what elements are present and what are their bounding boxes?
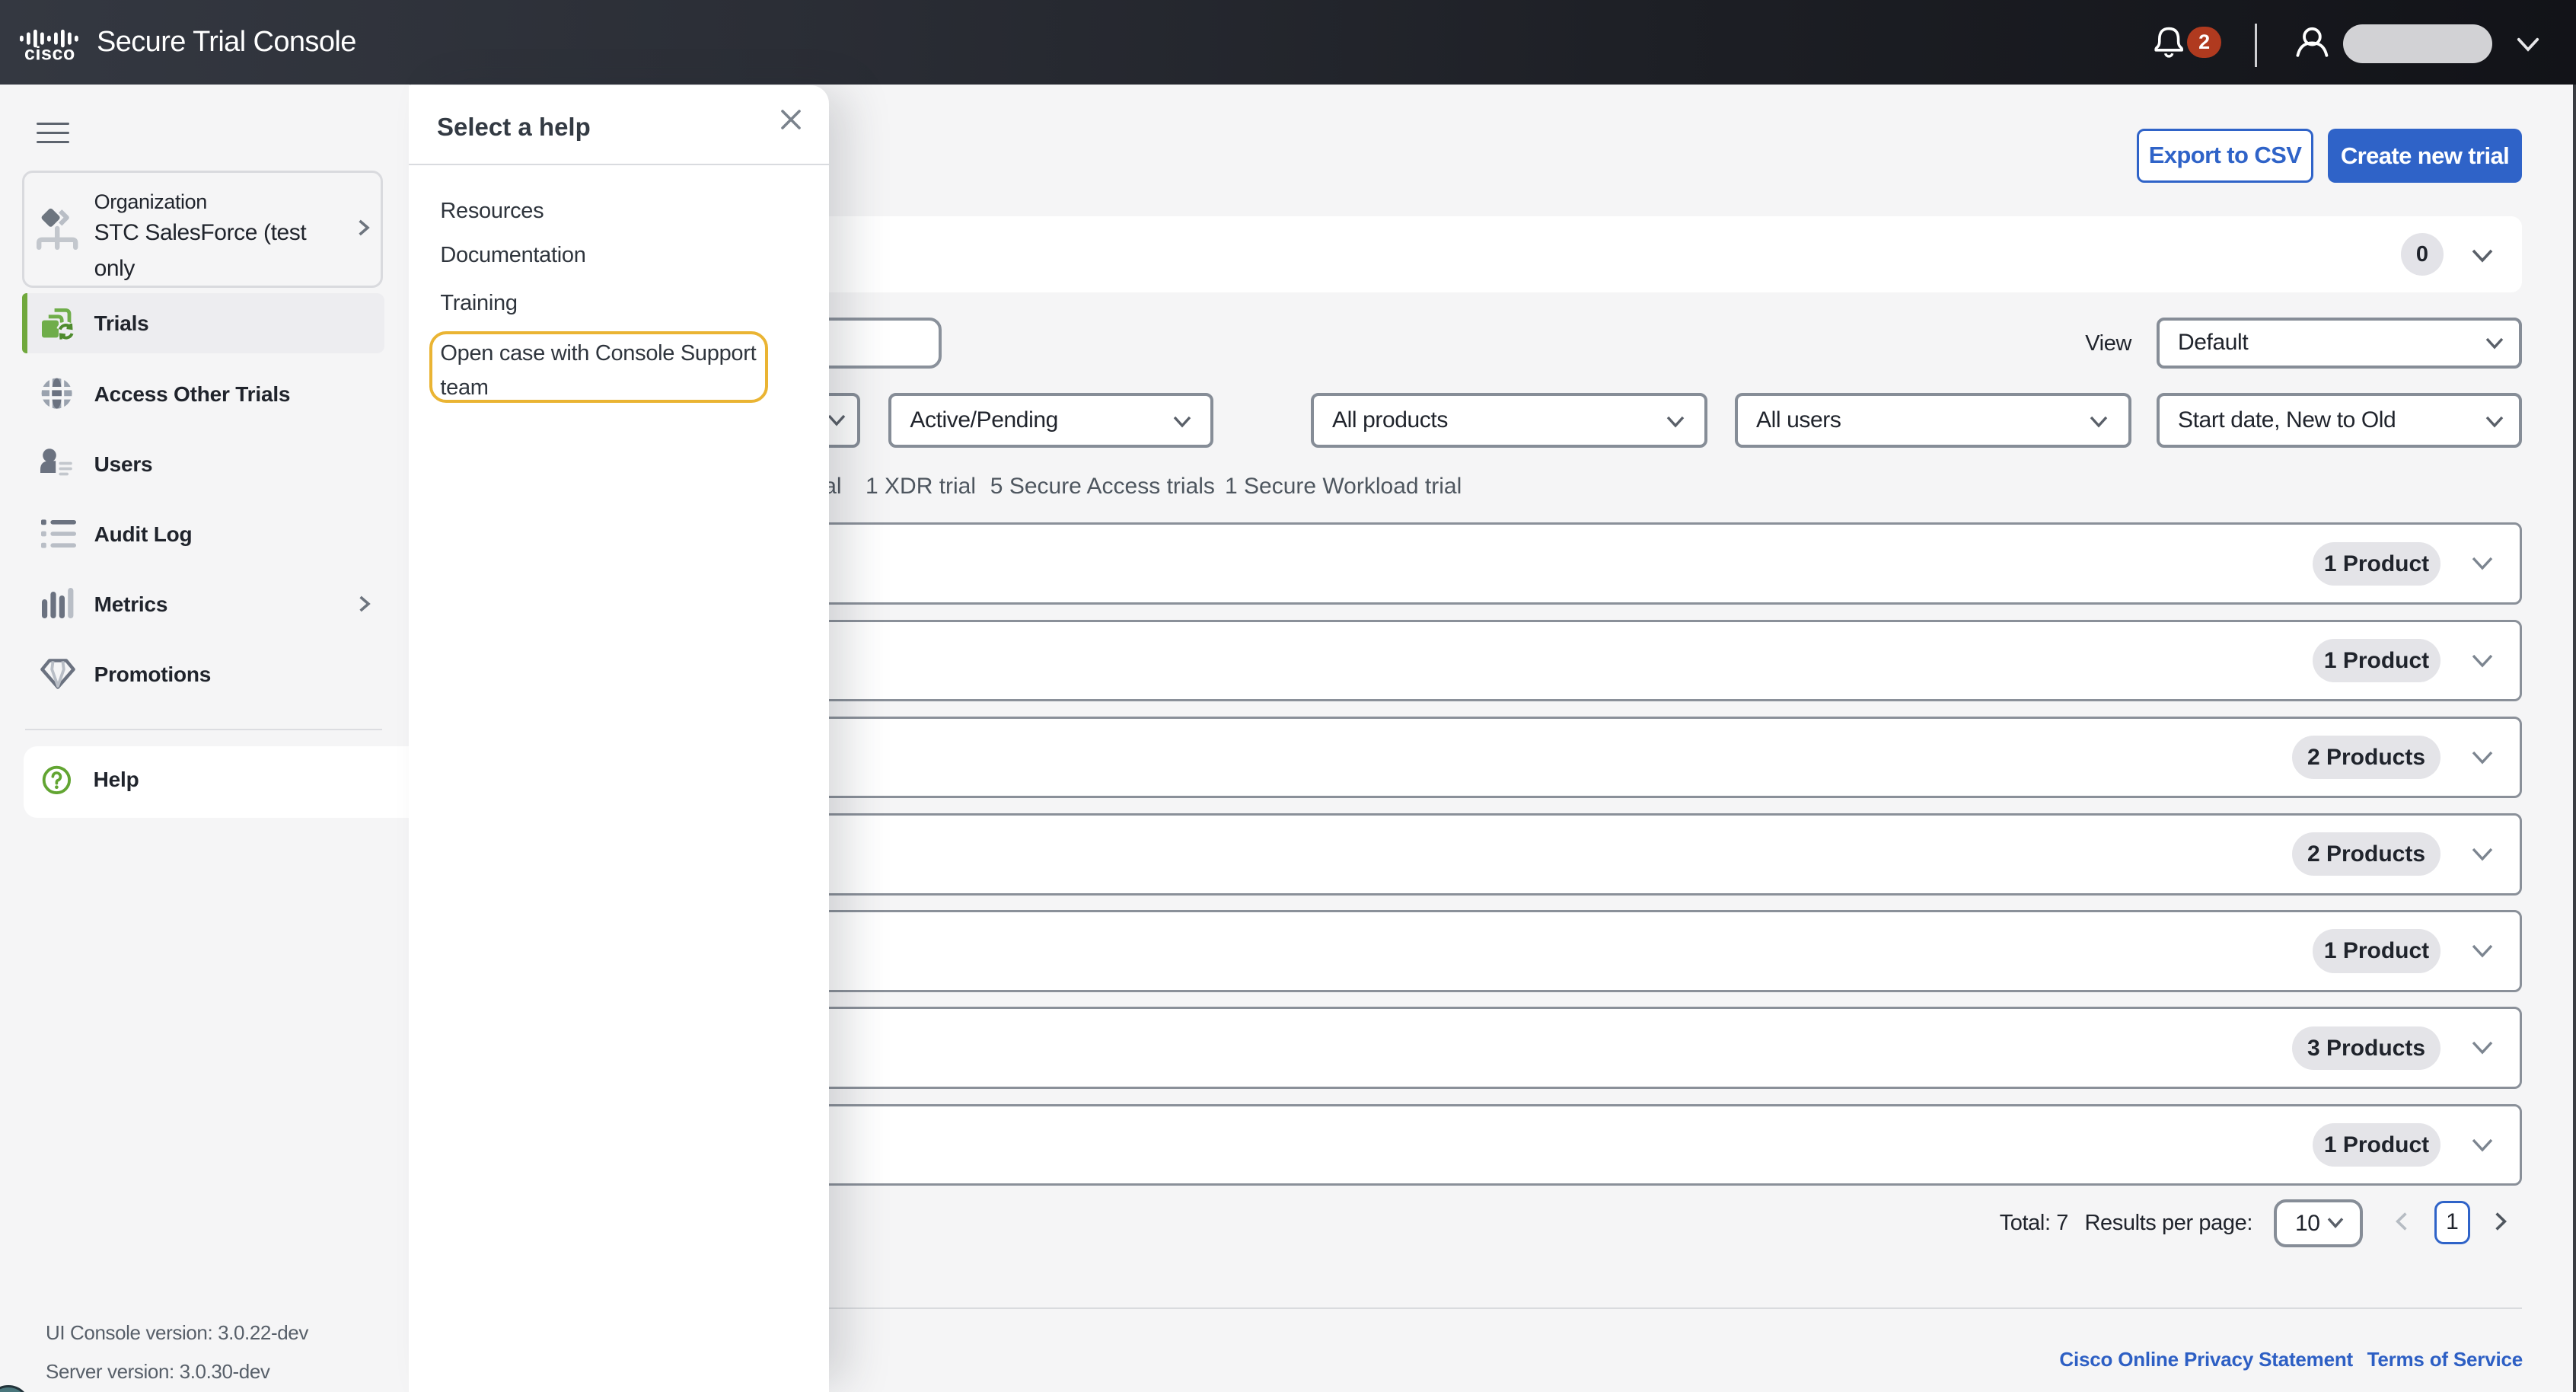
svg-text:cisco: cisco: [24, 43, 75, 64]
